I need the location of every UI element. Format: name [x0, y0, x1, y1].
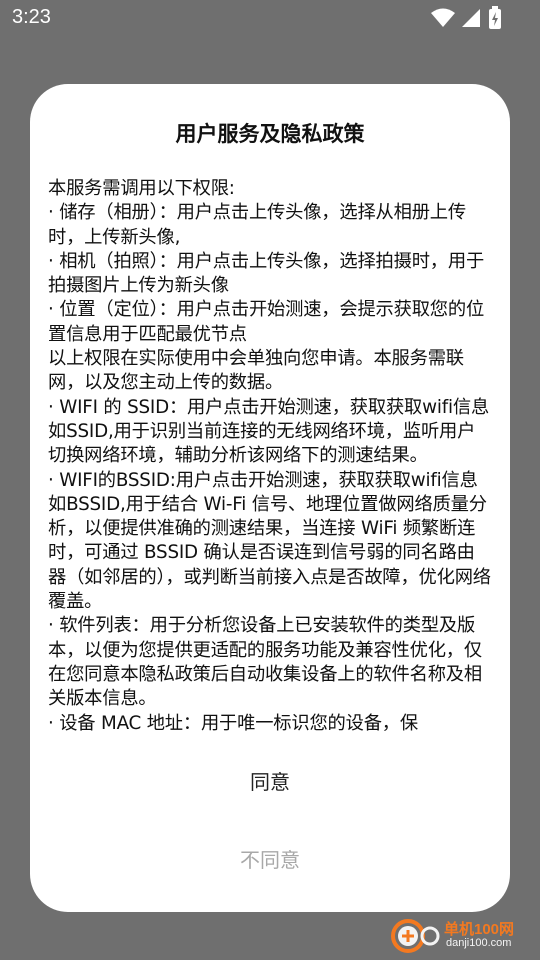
- battery-charging-icon: [489, 6, 501, 29]
- policy-paragraph: · 相机（拍照）：用户点击上传头像，选择拍摄时，用于拍摄图片上传为新头像: [48, 250, 485, 297]
- policy-paragraph: · 位置（定位）：用户点击开始测速，会提示获取您的位置信息用于匹配最优节点: [48, 299, 485, 345]
- watermark-logo: 单机100网 danji100.com: [388, 916, 538, 956]
- disagree-button[interactable]: 不同意: [30, 838, 510, 882]
- privacy-policy-dialog: 用户服务及隐私政策 本服务需调用以下权限: · 储存（相册）：用户点击上传头像，…: [30, 84, 510, 912]
- watermark-url: danji100.com: [446, 937, 512, 949]
- agree-button[interactable]: 同意: [30, 760, 510, 804]
- policy-paragraph: 以上权限在实际使用中会单独向您申请。本服务需联网，以及您主动上传的数据。: [48, 348, 464, 394]
- policy-paragraph: · WIFI 的 SSID：用户点击开始测速，获取获取wifi信息如SSID,用…: [48, 396, 490, 467]
- watermark-brand: 单机100网: [444, 921, 515, 938]
- policy-text-scroll-area[interactable]: 本服务需调用以下权限: · 储存（相册）：用户点击上传头像，选择从相册上传时，上…: [48, 177, 492, 733]
- wifi-icon: [431, 8, 455, 27]
- watermark-badge-icon: [391, 919, 440, 953]
- policy-paragraph: 本服务需调用以下权限:: [48, 178, 235, 199]
- status-time: 3:23: [12, 6, 51, 28]
- policy-paragraph: · 设备 MAC 地址：用于唯一标识您的设备，保: [48, 712, 418, 733]
- policy-paragraph: · 软件列表：用于分析您设备上已安装软件的类型及版本，以便为您提供更适配的服务功…: [48, 615, 482, 710]
- status-bar: 3:23: [0, 0, 540, 38]
- dialog-title: 用户服务及隐私政策: [175, 122, 365, 146]
- cellular-signal-icon: [462, 9, 480, 27]
- status-icons: [430, 6, 502, 30]
- policy-paragraph: · 储存（相册）：用户点击上传头像，选择从相册上传时，上传新头像,: [48, 202, 466, 248]
- policy-paragraph: · WIFI的BSSID:用户点击开始测速，获取获取wifi信息如BSSID,用…: [48, 469, 491, 613]
